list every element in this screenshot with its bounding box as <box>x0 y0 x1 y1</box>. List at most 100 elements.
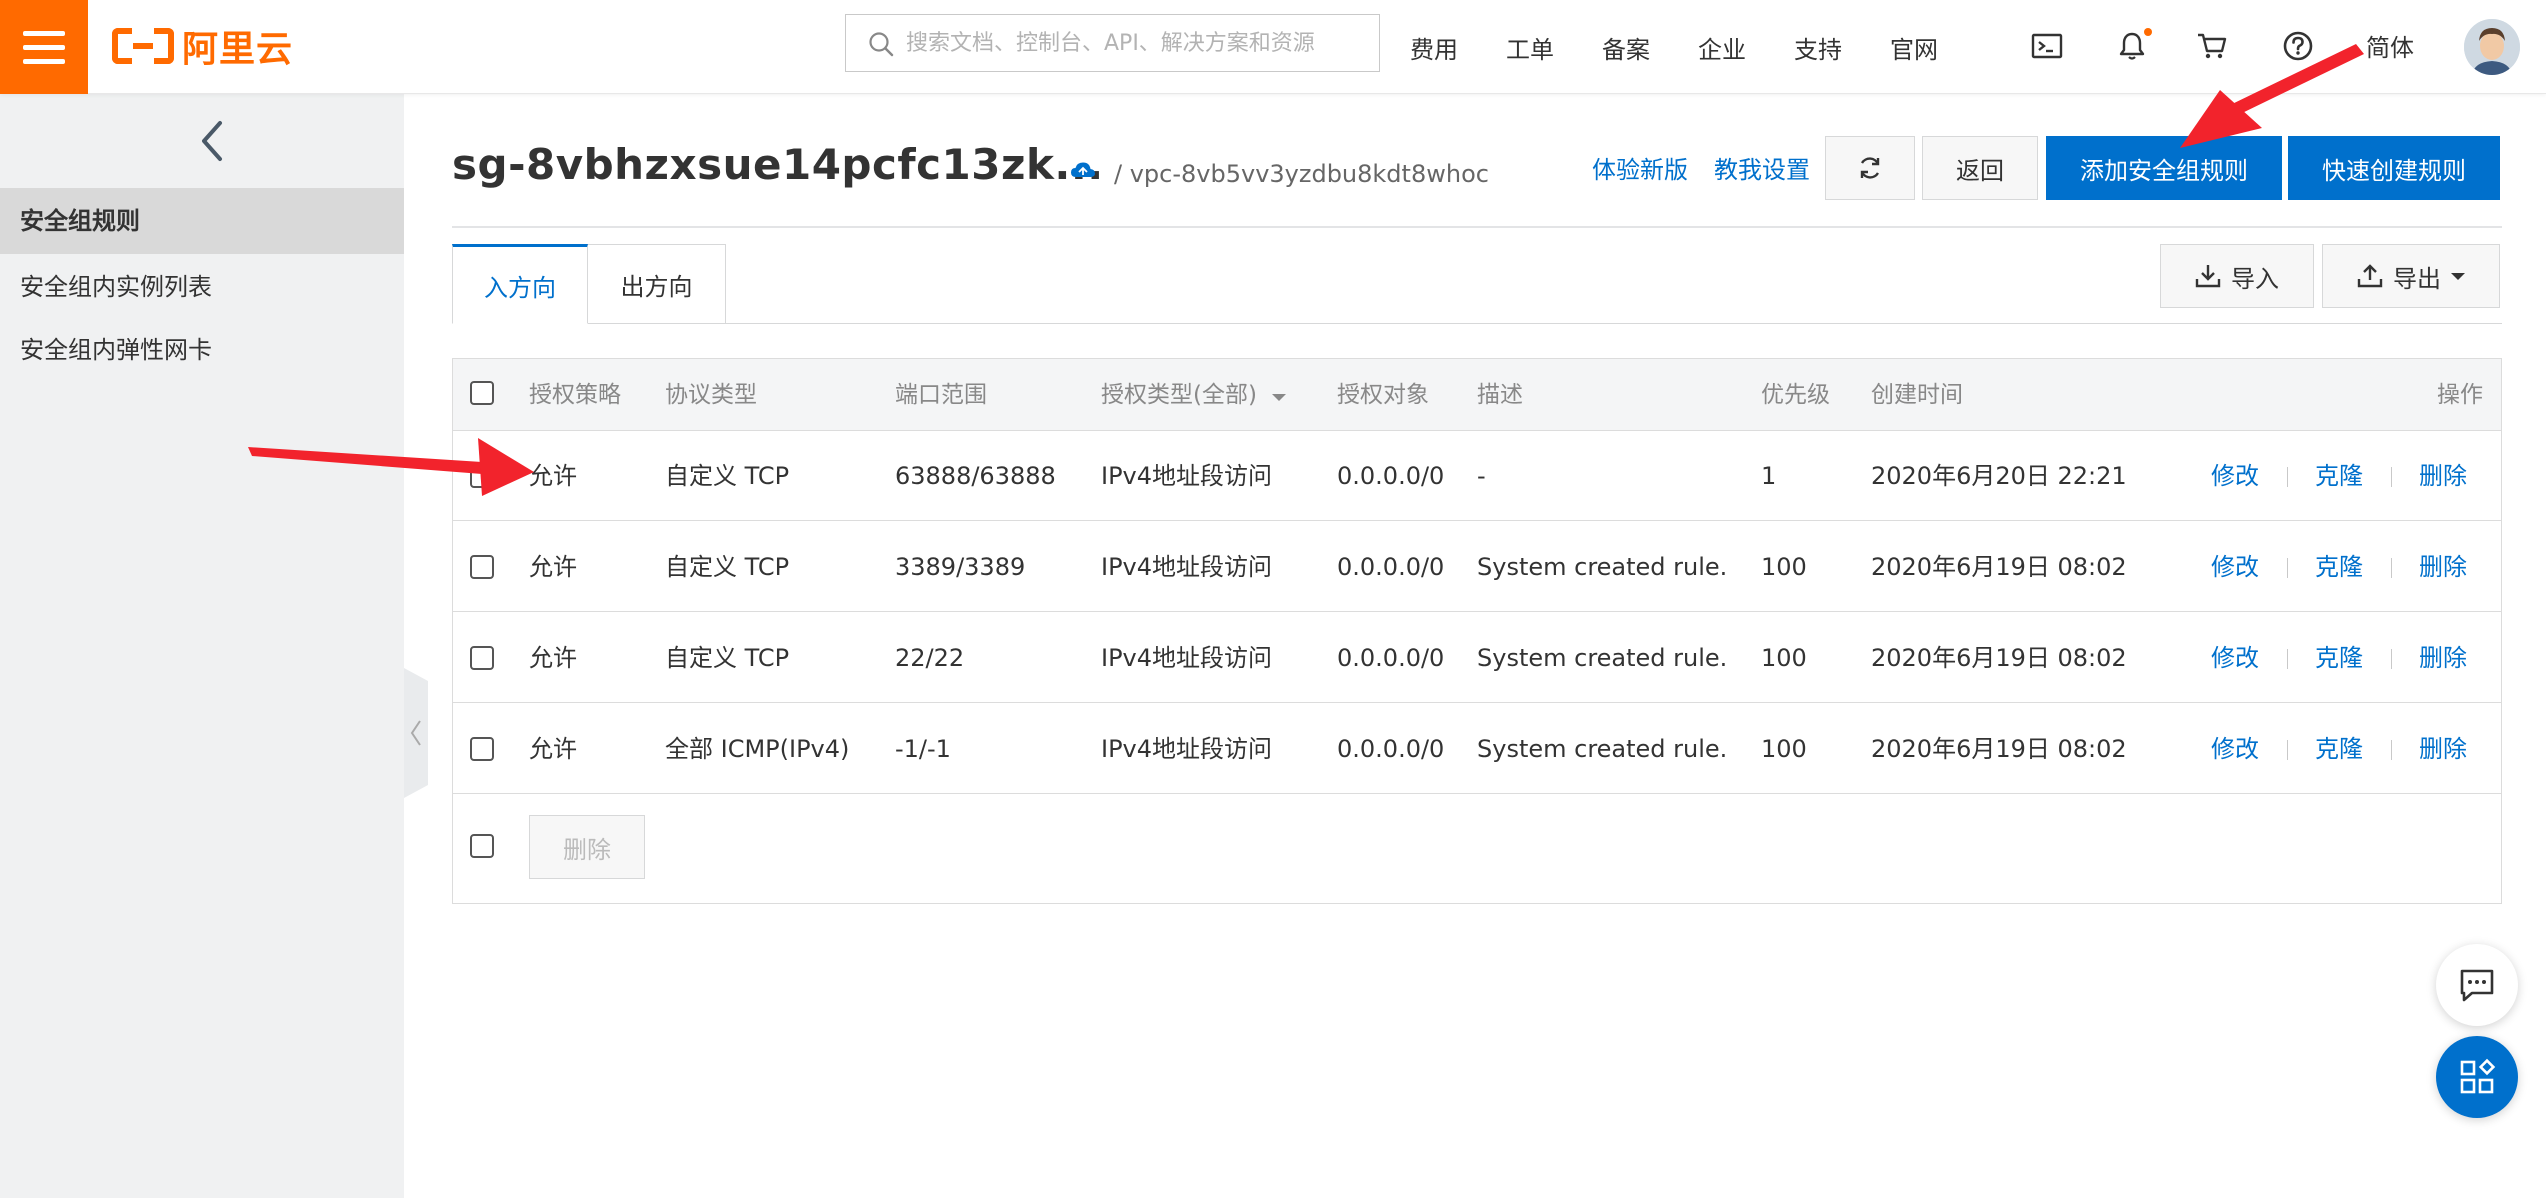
row-checkbox[interactable] <box>470 555 494 579</box>
row-checkbox[interactable] <box>470 646 494 670</box>
column-header-port-range: 端口范围 <box>895 382 987 408</box>
top-bar: 阿里云 费用 工单 备案 企业 支持 官网 简体 <box>0 0 2546 94</box>
cell-auth-object: 0.0.0.0/0 <box>1337 553 1445 581</box>
bulk-delete-button[interactable]: 删除 <box>529 815 645 879</box>
hamburger-menu-icon[interactable] <box>0 0 88 94</box>
search-input[interactable] <box>906 30 1366 56</box>
user-avatar[interactable] <box>2464 19 2520 75</box>
clone-link[interactable]: 克隆 <box>2315 431 2363 521</box>
table-row: 允许 自定义 TCP 22/22 IPv4地址段访问 0.0.0.0/0 Sys… <box>453 613 2501 703</box>
header-divider <box>452 226 2502 228</box>
cell-priority: 100 <box>1761 644 1807 672</box>
vpc-breadcrumb[interactable]: / vpc-8vb5vv3yzdbu8kdt8whoc <box>1114 160 1489 188</box>
action-separator <box>2391 649 2392 669</box>
cell-port-range: 22/22 <box>895 644 965 672</box>
cell-auth-type: IPv4地址段访问 <box>1101 462 1273 490</box>
cell-policy: 允许 <box>529 735 577 763</box>
table-row: 允许 自定义 TCP 63888/63888 IPv4地址段访问 0.0.0.0… <box>453 431 2501 521</box>
terminal-icon[interactable] <box>2027 26 2067 66</box>
action-separator <box>2391 467 2392 487</box>
add-security-group-rule-button[interactable]: 添加安全组规则 <box>2046 136 2282 200</box>
edit-link[interactable]: 修改 <box>2211 431 2259 521</box>
tabs-divider <box>452 323 2502 324</box>
sidebar-item-elastic-nic[interactable]: 安全组内弹性网卡 <box>0 317 404 383</box>
cell-created-time: 2020年6月19日 08:02 <box>1871 553 2127 581</box>
edit-link[interactable]: 修改 <box>2211 704 2259 794</box>
quick-create-rule-button[interactable]: 快速创建规则 <box>2288 136 2500 200</box>
nav-support[interactable]: 支持 <box>1794 30 1842 65</box>
select-all-checkbox[interactable] <box>470 381 494 405</box>
notification-dot <box>2144 28 2152 36</box>
table-header: 授权策略 协议类型 端口范围 授权类型(全部) 授权对象 描述 优先级 创建时间… <box>453 359 2501 431</box>
nav-tickets[interactable]: 工单 <box>1506 30 1554 65</box>
cart-icon[interactable] <box>2192 26 2232 66</box>
aliyun-logo-mark-icon <box>112 28 174 64</box>
feedback-chat-button[interactable] <box>2436 944 2518 1026</box>
cell-auth-object: 0.0.0.0/0 <box>1337 644 1445 672</box>
cell-created-time: 2020年6月19日 08:02 <box>1871 644 2127 672</box>
delete-link[interactable]: 删除 <box>2419 522 2467 612</box>
tab-outbound[interactable]: 出方向 <box>588 244 726 324</box>
sidebar: 安全组规则 安全组内实例列表 安全组内弹性网卡 <box>0 94 404 1198</box>
cell-policy: 允许 <box>529 462 577 490</box>
chevron-left-icon <box>410 720 421 746</box>
column-header-auth-type-filter[interactable]: 授权类型(全部) <box>1101 359 1287 431</box>
back-button[interactable]: 返回 <box>1922 136 2038 200</box>
nav-official-site[interactable]: 官网 <box>1890 30 1938 65</box>
cell-created-time: 2020年6月20日 22:21 <box>1871 462 2127 490</box>
action-separator <box>2287 467 2288 487</box>
clone-link[interactable]: 克隆 <box>2315 522 2363 612</box>
delete-link[interactable]: 删除 <box>2419 613 2467 703</box>
nav-fees[interactable]: 费用 <box>1410 30 1458 65</box>
tab-inbound[interactable]: 入方向 <box>452 244 588 324</box>
guide-me-link[interactable]: 教我设置 <box>1714 150 1810 185</box>
table-row: 允许 自定义 TCP 3389/3389 IPv4地址段访问 0.0.0.0/0… <box>453 522 2501 612</box>
column-header-policy: 授权策略 <box>529 382 621 408</box>
column-header-protocol: 协议类型 <box>665 382 757 408</box>
cell-protocol: 全部 ICMP(IPv4) <box>665 735 850 763</box>
row-checkbox[interactable] <box>470 737 494 761</box>
cloud-icon[interactable] <box>1070 161 1096 179</box>
export-dropdown-button[interactable]: 导出 <box>2322 244 2500 308</box>
direction-tabs: 入方向 出方向 <box>452 244 726 324</box>
language-switch[interactable]: 简体 <box>2366 28 2414 63</box>
bell-icon[interactable] <box>2112 26 2152 66</box>
top-nav: 费用 工单 备案 企业 支持 官网 <box>1410 0 1986 94</box>
footer-select-all-checkbox[interactable] <box>470 834 494 858</box>
sidebar-item-security-group-rules[interactable]: 安全组规则 <box>0 188 404 254</box>
help-icon[interactable] <box>2278 26 2318 66</box>
nav-icp-filing[interactable]: 备案 <box>1602 30 1650 65</box>
apps-grid-button[interactable] <box>2436 1036 2518 1118</box>
global-search[interactable] <box>845 14 1380 72</box>
auth-type-label: 授权类型(全部) <box>1101 382 1257 408</box>
back-chevron-left-icon[interactable] <box>190 116 234 166</box>
cell-policy: 允许 <box>529 644 577 672</box>
cell-auth-object: 0.0.0.0/0 <box>1337 735 1445 763</box>
security-group-rules-table: 授权策略 协议类型 端口范围 授权类型(全部) 授权对象 描述 优先级 创建时间… <box>452 358 2502 904</box>
column-header-description: 描述 <box>1477 382 1523 408</box>
clone-link[interactable]: 克隆 <box>2315 704 2363 794</box>
refresh-button[interactable] <box>1825 136 1915 200</box>
cell-priority: 100 <box>1761 735 1807 763</box>
try-new-version-link[interactable]: 体验新版 <box>1592 150 1688 185</box>
cell-port-range: 3389/3389 <box>895 553 1026 581</box>
sidebar-item-instance-list[interactable]: 安全组内实例列表 <box>0 254 404 320</box>
clone-link[interactable]: 克隆 <box>2315 613 2363 703</box>
page-title: sg-8vbhzxsue14pcfc13zk... <box>452 140 1104 189</box>
edit-link[interactable]: 修改 <box>2211 522 2259 612</box>
table-row: 允许 全部 ICMP(IPv4) -1/-1 IPv4地址段访问 0.0.0.0… <box>453 704 2501 794</box>
apps-grid-icon <box>2460 1058 2496 1094</box>
delete-link[interactable]: 删除 <box>2419 704 2467 794</box>
aliyun-logo[interactable]: 阿里云 <box>112 22 293 70</box>
row-checkbox[interactable] <box>470 464 494 488</box>
sidebar-collapse-handle[interactable] <box>404 668 428 798</box>
nav-enterprise[interactable]: 企业 <box>1698 30 1746 65</box>
cell-policy: 允许 <box>529 553 577 581</box>
cell-auth-type: IPv4地址段访问 <box>1101 735 1273 763</box>
search-icon <box>869 32 894 57</box>
delete-link[interactable]: 删除 <box>2419 431 2467 521</box>
column-header-auth-object: 授权对象 <box>1337 382 1429 408</box>
import-button[interactable]: 导入 <box>2160 244 2314 308</box>
upload-icon <box>2357 264 2383 288</box>
edit-link[interactable]: 修改 <box>2211 613 2259 703</box>
